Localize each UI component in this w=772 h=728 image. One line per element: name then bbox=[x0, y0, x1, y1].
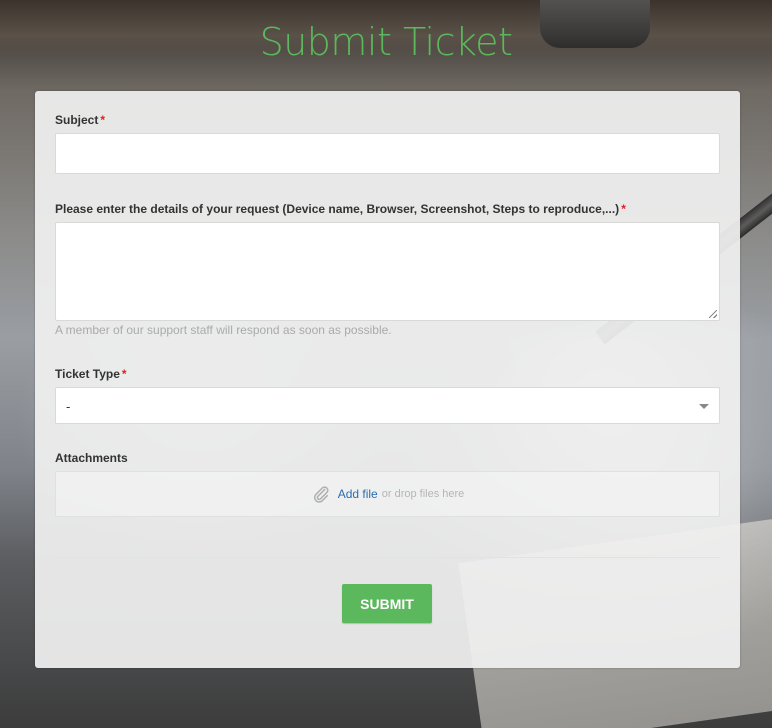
subject-label-text: Subject bbox=[55, 113, 99, 127]
page-title: Submit Ticket bbox=[259, 20, 513, 64]
subject-label: Subject * bbox=[55, 113, 105, 127]
ticket-type-label: Ticket Type * bbox=[55, 367, 127, 381]
chevron-down-icon bbox=[699, 404, 709, 409]
attachments-label: Attachments bbox=[55, 451, 128, 465]
subject-input[interactable] bbox=[55, 133, 720, 174]
add-file-link[interactable]: Add file bbox=[338, 487, 378, 501]
ticket-type-select[interactable]: - bbox=[55, 387, 720, 424]
ticket-form: Subject * Please enter the details of you… bbox=[35, 91, 740, 668]
required-marker: * bbox=[121, 367, 127, 381]
ticket-type-selected-value: - bbox=[66, 399, 71, 414]
attachments-dropzone[interactable]: Add file or drop files here bbox=[55, 471, 720, 517]
required-marker: * bbox=[100, 113, 106, 127]
resize-handle-icon[interactable] bbox=[709, 310, 717, 318]
required-marker: * bbox=[621, 202, 626, 216]
drop-files-text: or drop files here bbox=[381, 488, 465, 500]
ticket-type-label-text: Ticket Type bbox=[55, 367, 120, 381]
details-label-text: Please enter the details of your request… bbox=[55, 202, 620, 216]
details-help-text: A member of our support staff will respo… bbox=[55, 323, 392, 337]
paperclip-icon bbox=[313, 486, 329, 503]
details-label: Please enter the details of your request… bbox=[55, 202, 626, 216]
form-divider bbox=[55, 557, 720, 558]
submit-button[interactable]: SUBMIT bbox=[342, 584, 432, 623]
details-textarea[interactable] bbox=[55, 222, 720, 321]
